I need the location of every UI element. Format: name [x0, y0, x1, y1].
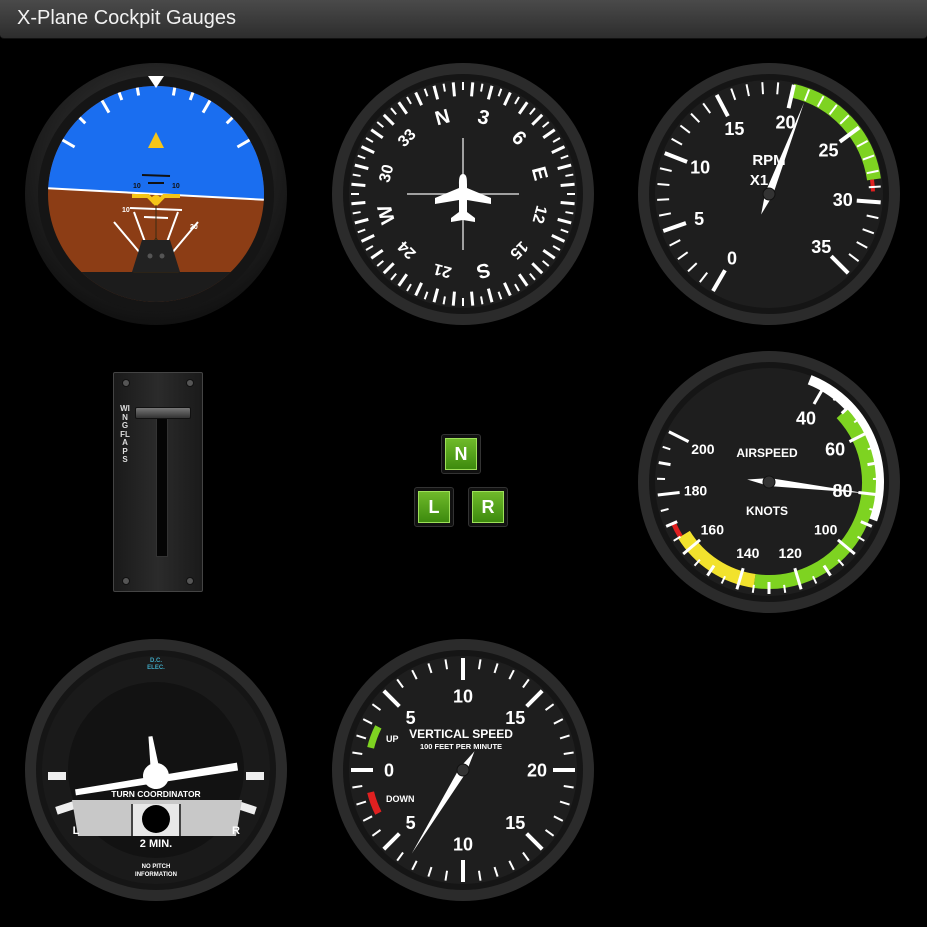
airspeed-tick-label: 180 [684, 483, 708, 499]
power-label-line1: D.C. [150, 658, 162, 664]
level-mark-left [48, 772, 66, 780]
gear-left-label: L [418, 491, 450, 523]
gear-nose-label: N [445, 438, 477, 470]
vsi-tick-label: 20 [527, 760, 547, 780]
power-label-line2: ELEC. [147, 665, 165, 671]
flaps-slot [156, 413, 168, 557]
rpm-tick-label: 0 [727, 249, 737, 269]
pitch-label-down: 10 [122, 207, 130, 214]
level-mark-right [246, 772, 264, 780]
turn-title: TURN COORDINATOR [111, 789, 200, 799]
window-title: X-Plane Cockpit Gauges [17, 7, 237, 29]
turn-left-label: L [73, 825, 80, 837]
airspeed-tick-label: 60 [825, 439, 845, 459]
rpm-tick-label: 25 [819, 141, 839, 161]
airspeed-indicator: 40 60 80 100 120 140 160 180 200 AIRSPEED KNOTS [637, 350, 901, 614]
vsi-tick-label: 5 [406, 708, 416, 728]
vsi-tick-label: 15 [505, 708, 525, 728]
heading-indicator: N 3 6 E 12 15 S 21 24 W 30 33 [331, 62, 595, 326]
vsi-tick-label: 0 [384, 760, 394, 780]
airspeed-tick-label: 40 [796, 408, 816, 428]
rpm-tick-label: 30 [833, 190, 853, 210]
rpm-tick-label: 10 [690, 157, 710, 177]
rpm-multiplier: X1 [750, 172, 768, 189]
turn-right-label: R [232, 825, 240, 837]
flaps-label: WING FLAPS [120, 404, 130, 464]
vertical-speed-indicator: 0 5 10 15 20 15 10 5 VERTICAL SPEED 100 FEET PE… [331, 638, 595, 902]
no-pitch-line1: NO PITCH [142, 864, 171, 870]
rpm-tick-label: 15 [724, 119, 744, 139]
vsi-title: VERTICAL SPEED [409, 727, 513, 741]
vsi-down-label: DOWN [386, 794, 415, 804]
vsi-tick-label: 15 [505, 813, 525, 833]
airspeed-tick-label: 140 [736, 545, 760, 561]
pitch-label-up-left: 10 [133, 183, 141, 190]
rpm-tick-label: 5 [694, 209, 704, 229]
title-bar: X-Plane Cockpit Gauges [0, 0, 927, 39]
airspeed-tick-label: 100 [814, 522, 838, 538]
airspeed-tick-label: 160 [701, 522, 725, 538]
wing-flaps-lever[interactable]: WING FLAPS [113, 372, 203, 592]
vsi-subtitle: 100 FEET PER MINUTE [420, 742, 502, 751]
pitch-label-up-right: 10 [172, 183, 180, 190]
turn-coordinator: D.C. ELEC. TURN COORDINATOR L R 2 MIN. N… [24, 638, 288, 902]
rpm-tick-label: 35 [811, 237, 831, 257]
vsi-tick-label: 10 [453, 686, 473, 706]
tachometer: 0 5 10 15 20 25 30 35 RPM X1 [637, 62, 901, 326]
turn-rate-label: 2 MIN. [140, 838, 172, 850]
flaps-handle[interactable] [135, 407, 191, 419]
no-pitch-line2: INFORMATION [135, 872, 177, 878]
gear-right-label: R [472, 491, 504, 523]
vsi-up-label: UP [386, 734, 399, 744]
rpm-tick-label: 20 [775, 112, 795, 132]
airspeed-tick-label: 120 [779, 545, 803, 561]
airspeed-unit: KNOTS [746, 504, 788, 518]
gear-right-indicator[interactable]: R [468, 487, 508, 527]
pitch-label-down-20: 20 [190, 224, 198, 231]
gear-nose-indicator[interactable]: N [441, 434, 481, 474]
vsi-tick-label: 5 [406, 813, 416, 833]
inclinometer-ball [142, 805, 170, 833]
gear-left-indicator[interactable]: L [414, 487, 454, 527]
attitude-indicator: 10 10 10 20 [24, 62, 288, 326]
vsi-tick-label: 10 [453, 834, 473, 854]
airspeed-title: AIRSPEED [736, 446, 798, 460]
airspeed-tick-label: 200 [691, 441, 715, 457]
